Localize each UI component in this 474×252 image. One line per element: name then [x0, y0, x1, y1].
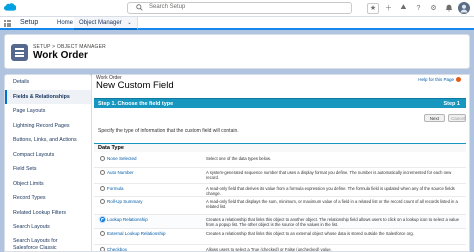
sidebar-item-lightning-record-pages[interactable]: Lightning Record Pages	[5, 119, 91, 134]
app-launcher-icon[interactable]	[4, 20, 11, 27]
user-avatar[interactable]	[458, 2, 470, 14]
step-title: Step 1. Choose the field type	[98, 101, 174, 107]
data-type-option-row: None Selected Select one of the data typ…	[94, 154, 466, 168]
data-type-label: Checkbox	[107, 247, 128, 252]
page-subtitle: New Custom Field	[96, 80, 174, 91]
sidebar-item-search-layouts-classic[interactable]: Search Layouts for Salesforce Classic	[5, 235, 91, 252]
data-type-description: A system-generated sequence number that …	[206, 170, 452, 180]
trailhead-icon[interactable]: ⛰	[398, 3, 409, 14]
data-type-label: None Selected	[107, 156, 137, 161]
help-link-label: Help for this Page	[418, 77, 454, 82]
sidebar-item-object-limits[interactable]: Object Limits	[5, 177, 91, 192]
help-icon[interactable]: ?	[413, 3, 424, 14]
sidebar-item-field-sets[interactable]: Field Sets	[5, 162, 91, 177]
sidebar-item-details[interactable]: Details	[5, 75, 91, 90]
search-icon	[136, 4, 143, 11]
sidebar-item-fields-relationships[interactable]: Fields & Relationships	[5, 89, 91, 104]
data-type-description: Creates a relationship that links this o…	[206, 231, 414, 236]
step-indicator: Step 1	[443, 101, 460, 107]
data-type-option-row: External Lookup Relationship Creates a r…	[94, 229, 466, 245]
radio-button[interactable]	[100, 156, 105, 161]
data-type-option-row: Checkbox Allows users to select a True (…	[94, 245, 466, 252]
data-type-option-row: Roll-Up Summary A read-only field that d…	[94, 197, 466, 215]
data-type-label: Formula	[107, 186, 124, 191]
data-type-radio-auto-number[interactable]: Auto Number	[100, 170, 134, 175]
global-header: Search Setup ★ ＋ ⛰ ? ⚙	[0, 0, 474, 17]
data-type-description: Select one of the data types below.	[206, 156, 271, 161]
radio-button[interactable]	[100, 231, 105, 236]
data-type-radio-checkbox[interactable]: Checkbox	[100, 247, 128, 252]
chevron-down-icon[interactable]: ⌄	[127, 20, 131, 26]
tab-object-manager[interactable]: Object Manager ⌄	[74, 17, 138, 30]
favorites-icon[interactable]: ★	[367, 2, 379, 14]
data-type-radio-lookup-relationship[interactable]: Lookup Relationship	[100, 217, 148, 222]
notifications-bell-icon[interactable]	[443, 3, 454, 14]
tab-object-manager-label: Object Manager	[79, 20, 122, 26]
app-nav-bar: Setup Home Object Manager ⌄	[0, 17, 474, 30]
sidebar-item-record-types[interactable]: Record Types	[5, 191, 91, 206]
step-header: Step 1. Choose the field type Step 1	[94, 98, 466, 108]
help-for-this-page-link[interactable]: Help for this Page	[418, 77, 461, 83]
data-type-option-row: Lookup Relationship Creates a relationsh…	[94, 215, 466, 229]
next-button[interactable]: Next	[423, 114, 445, 122]
data-type-label: Lookup Relationship	[107, 217, 148, 222]
data-type-option-row: Formula A read-only field that derives i…	[94, 184, 466, 197]
new-custom-field-panel: Work Order New Custom Field Help for thi…	[92, 74, 470, 252]
data-type-label: External Lookup Relationship	[107, 231, 166, 236]
data-type-option-row: Auto Number A system-generated sequence …	[94, 168, 466, 184]
header-utility-icons: ★ ＋ ⛰ ? ⚙	[367, 2, 470, 14]
object-page-header: SETUP > OBJECT MANAGER Work Order	[4, 34, 470, 69]
data-type-radio-formula[interactable]: Formula	[100, 186, 124, 191]
add-icon[interactable]: ＋	[383, 3, 394, 14]
data-type-description: A read-only field that derives its value…	[206, 186, 455, 196]
data-type-label: Auto Number	[107, 170, 134, 175]
salesforce-cloud-icon[interactable]	[4, 2, 16, 13]
data-type-label: Roll-Up Summary	[107, 199, 143, 204]
app-name: Setup	[20, 19, 39, 26]
page-title: Work Order	[33, 50, 88, 61]
data-type-section-header: Data Type	[94, 143, 466, 152]
layers-icon	[11, 44, 28, 61]
cancel-button[interactable]: Cancel	[448, 114, 466, 122]
radio-button[interactable]	[100, 199, 105, 204]
object-sidebar: Details Fields & Relationships Page Layo…	[4, 74, 92, 252]
data-type-description: A read-only field that displays the sum,…	[206, 199, 458, 209]
data-type-radio-external-lookup[interactable]: External Lookup Relationship	[100, 231, 166, 236]
data-type-radio-roll-up-summary[interactable]: Roll-Up Summary	[100, 199, 143, 204]
sidebar-item-related-lookup-filters[interactable]: Related Lookup Filters	[5, 206, 91, 221]
tab-home-label: Home	[57, 20, 74, 26]
setup-search-box[interactable]: Search Setup	[127, 2, 352, 14]
instruction-text: Specify the type of information that the…	[98, 128, 239, 134]
radio-button-selected[interactable]	[100, 217, 105, 222]
radio-button[interactable]	[100, 247, 105, 251]
radio-button[interactable]	[100, 170, 105, 175]
data-type-radio-none[interactable]: None Selected	[100, 156, 137, 161]
radio-button[interactable]	[100, 186, 105, 191]
search-placeholder: Search Setup	[149, 4, 186, 10]
section-title: Data Type	[98, 145, 124, 151]
sidebar-item-page-layouts[interactable]: Page Layouts	[5, 104, 91, 119]
sidebar-item-search-layouts[interactable]: Search Layouts	[5, 220, 91, 235]
gear-icon[interactable]: ⚙	[428, 3, 439, 14]
data-type-description: Allows users to select a True (checked) …	[206, 247, 332, 252]
sidebar-item-compact-layouts[interactable]: Compact Layouts	[5, 148, 91, 163]
sidebar-item-buttons-links-actions[interactable]: Buttons, Links, and Actions	[5, 133, 91, 148]
data-type-description: Creates a relationship that links this o…	[206, 217, 459, 227]
help-circle-icon	[456, 77, 461, 83]
